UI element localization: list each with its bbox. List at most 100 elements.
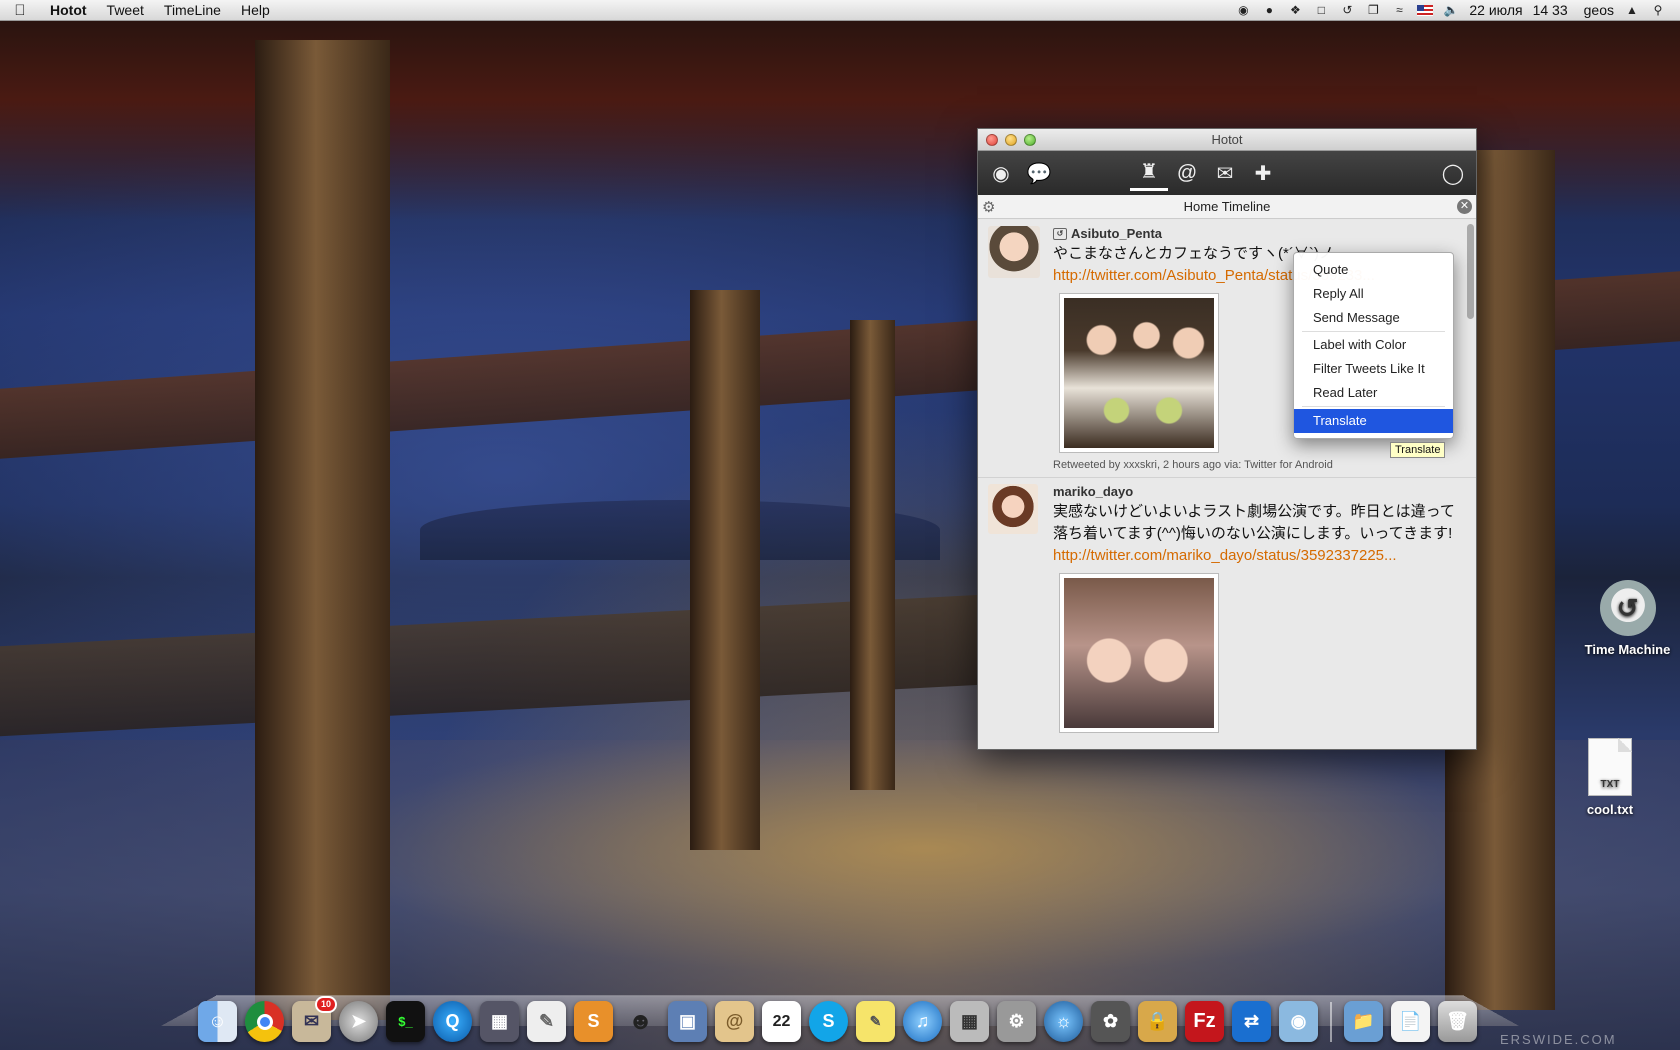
- home-timeline-icon[interactable]: ♜: [1130, 155, 1168, 191]
- close-column-icon[interactable]: ✕: [1457, 199, 1472, 214]
- avatar[interactable]: [988, 484, 1038, 534]
- tweet-text: 実感ないけどいよいよラスト劇場公演です。昨日とは違って落ち着いてます(^^)悔い…: [1053, 503, 1455, 542]
- minimize-window-button[interactable]: [1005, 133, 1017, 146]
- image-capture-icon[interactable]: ▦: [480, 1001, 519, 1042]
- volume-tray-icon[interactable]: 🔈: [1443, 3, 1459, 17]
- documents-stack-icon[interactable]: 📄: [1391, 1001, 1430, 1042]
- hotot-owl-icon[interactable]: ◉: [982, 155, 1020, 191]
- teamviewer-icon[interactable]: ⇄: [1232, 1001, 1271, 1042]
- tooltip: Translate: [1390, 442, 1446, 458]
- close-window-button[interactable]: [986, 133, 998, 146]
- twitter-bird-icon[interactable]: ✿: [1091, 1001, 1130, 1042]
- desktop-file-cool-txt[interactable]: TXT cool.txt: [1575, 738, 1645, 817]
- menu-app-name[interactable]: Hotot: [40, 2, 97, 18]
- hotot-tray-icon[interactable]: ◉: [1235, 3, 1251, 17]
- tweet-context-menu: Quote Reply All Send Message Label with …: [1293, 252, 1454, 439]
- window-titlebar[interactable]: Hotot: [978, 129, 1476, 151]
- menu-item-read-later[interactable]: Read Later: [1294, 381, 1453, 405]
- adium-duck-icon[interactable]: ☻: [621, 1001, 660, 1042]
- column-header: ⚙ Home Timeline ✕: [978, 195, 1476, 219]
- keychain-lock-icon[interactable]: 🔒: [1138, 1001, 1177, 1042]
- wallpaper-pillar: [690, 290, 760, 850]
- disk-utility-icon[interactable]: ⚙: [997, 1001, 1036, 1042]
- tweet-image[interactable]: [1059, 573, 1219, 733]
- menu-timeline[interactable]: TimeLine: [154, 2, 231, 18]
- search-icon[interactable]: ◯: [1434, 155, 1472, 191]
- desktop-time-machine[interactable]: ↺ Time Machine: [1575, 580, 1680, 657]
- retweet-icon: ↺: [1053, 227, 1067, 240]
- compose-tweet-icon[interactable]: 💬: [1020, 155, 1058, 191]
- input-language-flag-icon[interactable]: [1417, 4, 1434, 16]
- desktop-icon-label: Time Machine: [1584, 642, 1671, 657]
- menu-item-filter-tweets[interactable]: Filter Tweets Like It: [1294, 357, 1453, 381]
- time-machine-tray-icon[interactable]: ↺: [1339, 3, 1355, 17]
- menu-item-label-with-color[interactable]: Label with Color: [1294, 333, 1453, 357]
- skype-tray-icon[interactable]: ●: [1261, 3, 1277, 17]
- dock: ☺ ✉ 10 ➤ $_ Q ▦ ✎ S ☻ ▣ @ 22 S ✎ ♫ ▦ ⚙ ☼ …: [198, 990, 1477, 1042]
- itunes-icon[interactable]: ♫: [903, 1001, 942, 1042]
- menubar-user[interactable]: geos: [1584, 2, 1614, 18]
- sublime-text-icon[interactable]: S: [574, 1001, 613, 1042]
- stickies-icon[interactable]: ✎: [856, 1001, 895, 1042]
- desktop-icon-label: cool.txt: [1586, 802, 1634, 817]
- menu-item-translate[interactable]: Translate: [1294, 409, 1453, 433]
- apple-menu-icon[interactable]: : [0, 2, 40, 19]
- mail-stamp-icon[interactable]: ✉ 10: [292, 996, 337, 1042]
- calendar-icon[interactable]: 22: [762, 1001, 801, 1042]
- tweet-meta: Retweeted by xxxskri, 2 hours ago via: T…: [1053, 459, 1460, 471]
- time-machine-icon: ↺: [1599, 580, 1656, 636]
- virtualbox-icon[interactable]: ▣: [668, 1001, 707, 1042]
- calculator-icon[interactable]: ▦: [950, 1001, 989, 1042]
- add-column-icon[interactable]: ✚: [1244, 155, 1282, 191]
- dock-separator: [1330, 1002, 1332, 1042]
- messages-icon[interactable]: ✉: [1206, 155, 1244, 191]
- menubar-time[interactable]: 14 33: [1533, 2, 1568, 18]
- address-book-icon[interactable]: @: [715, 1001, 754, 1042]
- hotot-toolbar: ◉ 💬 ♜ @ ✉ ✚ ◯: [978, 151, 1476, 195]
- launchpad-rocket-icon[interactable]: ➤: [339, 1001, 378, 1042]
- airport-tray-icon[interactable]: ▲: [1624, 3, 1640, 17]
- spotlight-icon[interactable]: ⚲: [1650, 3, 1666, 17]
- wifi-tray-icon[interactable]: ≈: [1391, 3, 1407, 17]
- quicktime-icon[interactable]: Q: [433, 1001, 472, 1042]
- finder-icon[interactable]: ☺: [198, 1001, 237, 1042]
- textedit-icon[interactable]: ✎: [527, 1001, 566, 1042]
- meta-prefix: Retweeted by: [1053, 459, 1121, 471]
- column-title: Home Timeline: [1183, 199, 1271, 214]
- menu-help[interactable]: Help: [231, 2, 280, 18]
- menu-separator: [1302, 406, 1445, 407]
- tweet-username[interactable]: mariko_dayo: [1053, 484, 1133, 499]
- menu-bar:  Hotot Tweet TimeLine Help ◉ ● ❖ □ ↺ ❐ …: [0, 0, 1680, 21]
- skype-icon[interactable]: S: [809, 1001, 848, 1042]
- menubar-date[interactable]: 22 июля: [1469, 2, 1522, 18]
- tweet-image[interactable]: [1059, 293, 1219, 453]
- tweet-item[interactable]: mariko_dayo 実感ないけどいよいよラスト劇場公演です。昨日とは違って落…: [978, 478, 1476, 745]
- meta-suffix: , 2 hours ago via: Twitter for Android: [1156, 459, 1333, 471]
- network-icon[interactable]: ☼: [1044, 1001, 1083, 1042]
- status-tray: ◉ ● ❖ □ ↺ ❐ ≈ 🔈 22 июля 14 33 geos ▲ ⚲: [1235, 2, 1680, 18]
- zoom-window-button[interactable]: [1024, 133, 1036, 146]
- filezilla-icon[interactable]: Fz: [1185, 1001, 1224, 1042]
- avatar[interactable]: [988, 226, 1040, 278]
- retweeter-link[interactable]: xxxskri: [1123, 459, 1157, 471]
- menu-tweet[interactable]: Tweet: [97, 2, 154, 18]
- terminal-icon[interactable]: $_: [386, 1001, 425, 1042]
- tweet-username[interactable]: Asibuto_Penta: [1071, 226, 1162, 241]
- chrome-icon[interactable]: [245, 1001, 284, 1042]
- window-title: Hotot: [1211, 132, 1243, 147]
- window-tray-icon[interactable]: □: [1313, 3, 1329, 17]
- applications-folder-icon[interactable]: 📁: [1344, 1001, 1383, 1042]
- watermark: ERSWIDE.COM: [1500, 1032, 1617, 1047]
- text-file-icon: TXT: [1588, 738, 1632, 796]
- menu-item-reply-all[interactable]: Reply All: [1294, 282, 1453, 306]
- hotot-window: Hotot ◉ 💬 ♜ @ ✉ ✚ ◯ ⚙ Home Timeline ✕ ↺ …: [977, 128, 1477, 750]
- trash-icon[interactable]: 🗑: [1438, 1001, 1477, 1042]
- tweet-link[interactable]: http://twitter.com/mariko_dayo/status/35…: [1053, 545, 1460, 567]
- gear-icon[interactable]: ⚙: [982, 198, 995, 216]
- dropbox-tray-icon[interactable]: ❖: [1287, 3, 1303, 17]
- menu-item-send-message[interactable]: Send Message: [1294, 306, 1453, 330]
- hotot-owl-dock-icon[interactable]: ◉: [1279, 1001, 1318, 1042]
- menu-item-quote[interactable]: Quote: [1294, 258, 1453, 282]
- display-tray-icon[interactable]: ❐: [1365, 3, 1381, 17]
- mentions-icon[interactable]: @: [1168, 155, 1206, 191]
